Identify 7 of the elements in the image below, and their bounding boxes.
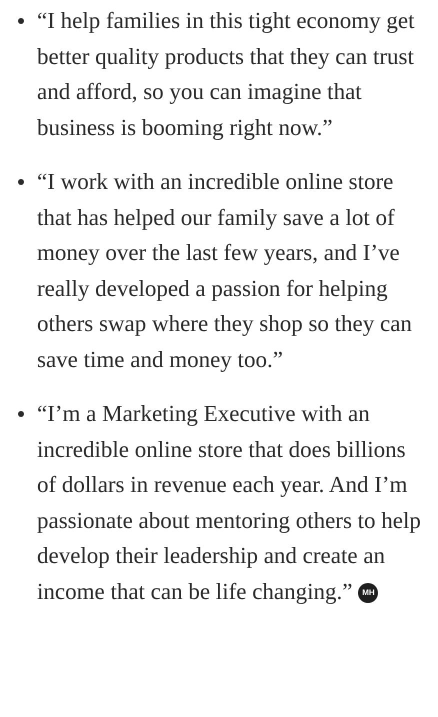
bullet-icon [18,18,24,24]
quote-text: “I help families in this tight economy get better quality products that they can trust and afford, so you can imagine that business is booming right now.” [37,7,416,142]
quote-text: “I’m a Marketing Executive with an incredible online store that does billions of dollars in revenue each year. And I’m passionate about mentoring others to help develop their leadership and create an income that can be life changing.” MH [37,400,422,606]
bullet-icon [18,411,24,417]
bullet-icon [18,179,24,185]
author-badge: MH [358,583,378,604]
quote-text: “I work with an incredible online store that has helped our family save a lot of money over the last few years, and I’ve really developed a passion for helping others swap where they shop so they can save time and money too.” [37,168,413,374]
